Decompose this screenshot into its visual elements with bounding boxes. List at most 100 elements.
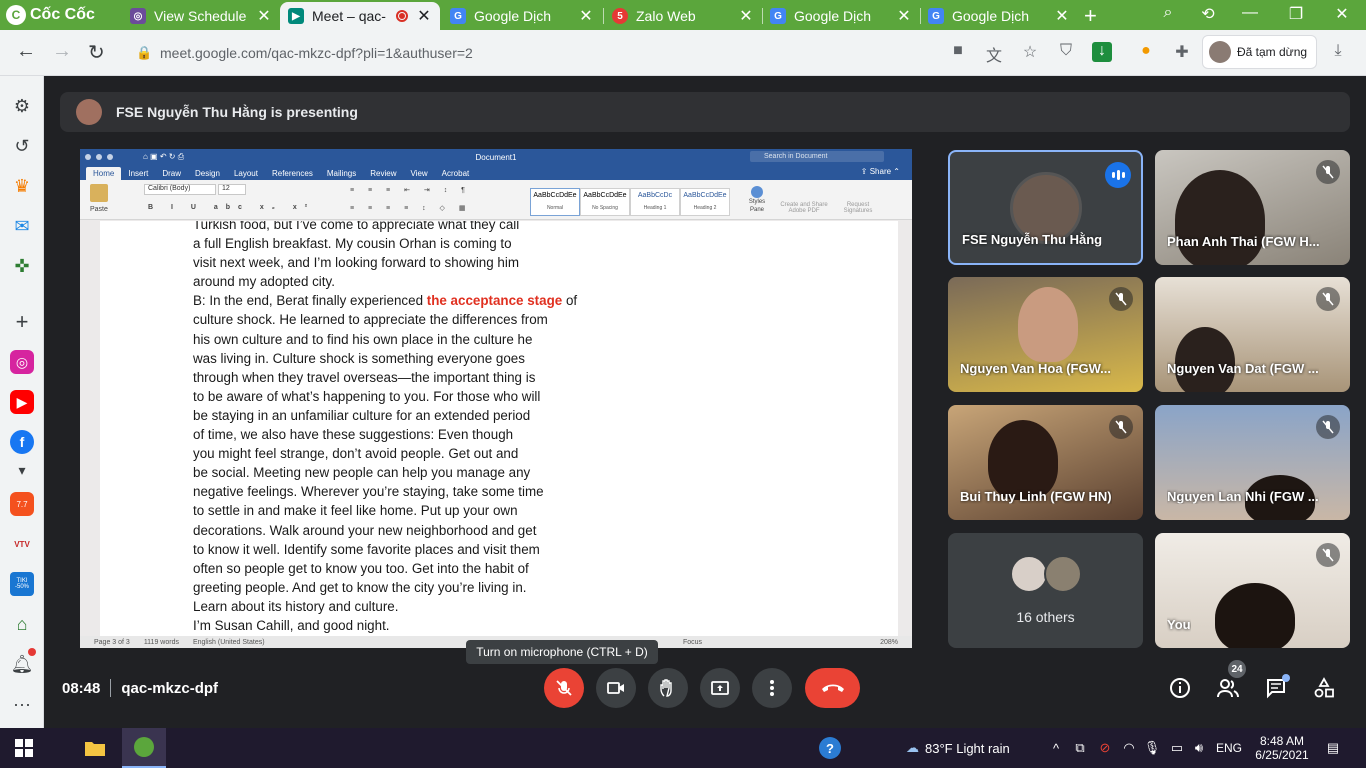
participant-tile-self[interactable]: You	[1155, 533, 1350, 648]
shopee-icon[interactable]: 7.7	[10, 492, 34, 516]
tab-label: Zalo Web	[636, 8, 696, 24]
clock[interactable]: 8:48 AM 6/25/2021	[1250, 730, 1314, 766]
more-vert-icon	[770, 680, 774, 696]
end-call-button[interactable]	[805, 668, 860, 708]
windows-start-icon[interactable]	[12, 736, 36, 760]
battery-icon[interactable]: ▭	[1168, 736, 1186, 760]
close-icon[interactable]: ✕	[896, 6, 912, 26]
participant-tile-presenter[interactable]: FSE Nguyễn Thu Hằng	[948, 150, 1143, 265]
status-lang: English (United States)	[192, 638, 265, 646]
tab-google-dich-1[interactable]: G Google Dịch ✕	[442, 2, 602, 30]
people-button[interactable]	[1216, 676, 1240, 700]
notifications-icon[interactable]: ▤	[1322, 736, 1344, 760]
microphone-icon[interactable]: 🎙︎	[1144, 736, 1161, 760]
more-icon[interactable]: ···	[10, 692, 34, 716]
back-icon[interactable]: ⟲	[1196, 4, 1220, 24]
doc-line: greeting people. And get to know the cit…	[193, 579, 527, 595]
tab-search-icon[interactable]: ⌕	[1156, 4, 1180, 22]
tab-google-dich-3[interactable]: G Google Dịch ✕	[920, 2, 1078, 30]
meeting-details-button[interactable]	[1168, 676, 1192, 700]
download-icon[interactable]: ↓	[1092, 42, 1112, 62]
new-tab-plus-icon[interactable]: +	[1084, 3, 1097, 29]
wifi-icon[interactable]: ◠	[1120, 736, 1138, 760]
star-icon[interactable]: ☆	[1020, 42, 1040, 62]
puzzle-icon[interactable]: ✚	[1172, 42, 1192, 62]
weather-widget[interactable]: ☁ 83°F Light rain	[906, 736, 1036, 760]
activities-button[interactable]	[1312, 676, 1336, 700]
doc-text: B: In the end, Berat finally experienced	[193, 293, 427, 309]
divider	[110, 679, 112, 697]
crown-icon[interactable]: ♛	[10, 174, 34, 198]
network-alert-icon[interactable]: ⊘	[1096, 736, 1114, 760]
styles-pane-label: Styles Pane	[748, 199, 766, 213]
youtube-icon[interactable]: ▶	[10, 390, 34, 414]
style-name: Heading 2	[693, 205, 717, 211]
avatar	[1209, 41, 1231, 63]
participant-tile[interactable]: Bui Thuy Linh (FGW HN)	[948, 405, 1143, 520]
volume-icon[interactable]: 🔊︎	[1190, 736, 1208, 760]
tab-zalo[interactable]: 5 Zalo Web ✕	[604, 2, 762, 30]
camera-toggle-button[interactable]	[596, 668, 636, 708]
downloads-icon[interactable]: ⤓	[1328, 42, 1348, 62]
language-indicator[interactable]: ENG	[1214, 736, 1244, 760]
mic-toggle-button[interactable]	[544, 668, 584, 708]
coccoc-logo[interactable]: C Cốc Cốc	[6, 4, 95, 26]
close-window-icon[interactable]: ✕	[1330, 4, 1354, 24]
facebook-icon[interactable]: f	[10, 430, 34, 454]
present-button[interactable]	[700, 668, 740, 708]
file-explorer-icon[interactable]	[82, 736, 108, 760]
video-person	[1175, 170, 1265, 265]
gear-icon[interactable]: ⚙	[10, 94, 34, 118]
minimize-icon[interactable]: —	[1238, 4, 1262, 22]
font-size-box: 12	[218, 184, 246, 195]
others-tile[interactable]: 16 others	[948, 533, 1143, 648]
shield-icon[interactable]: ⛉	[1056, 42, 1076, 62]
coccoc-taskbar-icon[interactable]	[122, 728, 166, 768]
participant-tile[interactable]: Phan Anh Thai (FGW H...	[1155, 150, 1350, 265]
hat-icon[interactable]: ⌂	[10, 612, 34, 636]
close-icon[interactable]: ✕	[578, 6, 594, 26]
tab-view-schedule[interactable]: ◎ View Schedule ✕	[122, 2, 280, 30]
mic-off-icon	[1316, 287, 1340, 311]
tiki-icon[interactable]: TIKI -50%	[10, 572, 34, 596]
participant-tile[interactable]: Nguyen Lan Nhi (FGW ...	[1155, 405, 1350, 520]
history-icon[interactable]: ↺	[10, 134, 34, 158]
video-person	[1018, 287, 1078, 362]
present-screen-icon	[711, 681, 729, 695]
style-heading-1: AaBbCcDc Heading 1	[630, 188, 680, 216]
restore-icon[interactable]: ❐	[1284, 4, 1308, 24]
meet-favicon-icon: ▶	[288, 8, 304, 24]
translate-icon[interactable]: 文	[984, 42, 1004, 65]
tab-label: Google Dịch	[474, 8, 552, 24]
profile-button[interactable]: Đã tạm dừng	[1202, 35, 1317, 69]
close-icon[interactable]: ✕	[1054, 6, 1070, 26]
forward-arrow-icon[interactable]: →	[52, 40, 72, 63]
word-tab-draw: Draw	[162, 169, 182, 178]
close-icon[interactable]: ✕	[256, 6, 272, 26]
more-options-button[interactable]	[752, 668, 792, 708]
others-avatars	[1010, 555, 1082, 593]
close-icon[interactable]: ✕	[416, 6, 432, 26]
tab-meet[interactable]: ▶ Meet – qac- ✕	[280, 2, 440, 30]
participant-tile[interactable]: Nguyen Van Dat (FGW ...	[1155, 277, 1350, 392]
chevron-down-icon[interactable]: ▾	[10, 458, 34, 482]
extension-alert-icon[interactable]: ●	[1136, 42, 1156, 62]
close-icon[interactable]: ✕	[738, 6, 754, 26]
participant-tile[interactable]: Nguyen Van Hoa (FGW...	[948, 277, 1143, 392]
meet-tray-icon[interactable]: ⧉	[1072, 736, 1088, 760]
doc-line: his own culture and to find his own plac…	[193, 331, 533, 347]
tab-google-dich-2[interactable]: G Google Dịch ✕	[762, 2, 920, 30]
reload-icon[interactable]: ↻	[88, 40, 105, 65]
messenger-icon[interactable]: ✉	[10, 214, 34, 238]
camera-icon[interactable]: ■	[948, 42, 968, 62]
instagram-icon[interactable]: ◎	[10, 350, 34, 374]
help-icon[interactable]: ?	[818, 736, 842, 760]
add-icon[interactable]: +	[10, 309, 34, 334]
url-text[interactable]: meet.google.com/qac-mkzc-dpf?pli=1&authu…	[160, 45, 473, 61]
back-arrow-icon[interactable]: ←	[16, 40, 36, 63]
gamepad-icon[interactable]: ✜	[10, 254, 34, 278]
doc-line: through when they travel overseas—the im…	[193, 369, 536, 385]
vtv-icon[interactable]: VTV	[10, 532, 34, 556]
raise-hand-button[interactable]	[648, 668, 688, 708]
chevron-up-icon[interactable]: ^	[1048, 736, 1064, 760]
